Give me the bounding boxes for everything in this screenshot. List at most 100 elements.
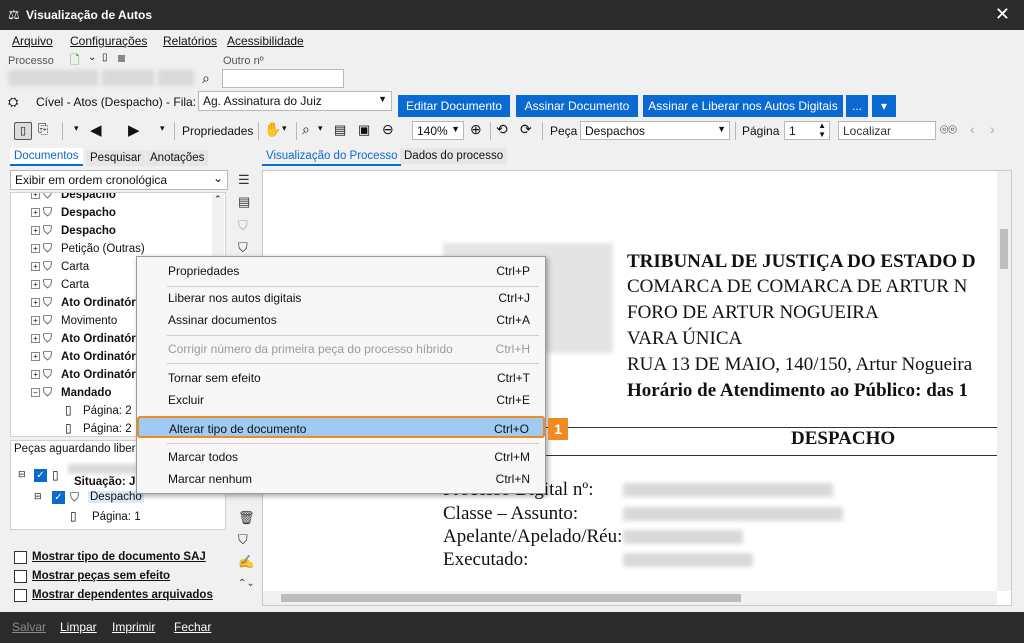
mostrar-dependentes-label[interactable]: Mostrar dependentes arquivados <box>32 589 213 601</box>
previous-icon[interactable]: ◀ <box>90 121 102 139</box>
zoom-icon[interactable]: ⌕ <box>302 121 310 138</box>
assinar-documento-button[interactable]: Assinar Documento <box>516 95 638 117</box>
zoom-out-icon[interactable]: ⊖ <box>382 121 394 138</box>
menu-acessibilidade[interactable]: Acessibilidade <box>227 34 304 48</box>
expand-icon[interactable]: + <box>31 280 40 290</box>
chevron-down-icon[interactable]: ⌄ <box>88 52 96 63</box>
assinar-liberar-button[interactable]: Assinar e Liberar nos Autos Digitais <box>643 95 843 117</box>
rotate-right-icon[interactable]: ⟳ <box>520 121 532 138</box>
limpar-button[interactable]: Limpar <box>60 620 97 634</box>
actions-dropdown-button[interactable]: ▾ <box>872 95 896 117</box>
collapse-icon[interactable]: ⊟ <box>34 491 42 502</box>
mostrar-pecas-checkbox[interactable] <box>14 570 27 583</box>
mostrar-dependentes-checkbox[interactable] <box>14 589 27 602</box>
chevron-down-icon[interactable]: ▾ <box>282 123 287 134</box>
fit-page-icon[interactable]: ▣ <box>358 122 370 138</box>
seal-search-icon[interactable]: ⛉ <box>238 240 248 256</box>
expand-icon[interactable]: + <box>31 244 40 254</box>
chevron-down-icon[interactable]: ▾ <box>318 123 323 134</box>
tree-item[interactable]: + ⛉ Ato Ordinatório <box>31 367 146 385</box>
localizar-input[interactable]: Localizar <box>838 121 936 140</box>
pending-group-checkbox[interactable]: ✓ <box>34 469 47 482</box>
delete-icon[interactable]: 🗑 <box>238 510 255 526</box>
doc-scroll-thumb[interactable] <box>1000 229 1008 269</box>
doc-vertical-scrollbar[interactable] <box>997 171 1011 591</box>
tree-options-icon[interactable]: ☰ <box>238 172 250 188</box>
tree-item[interactable]: + ⛉ Ato Ordinatório <box>31 295 146 313</box>
expand-icon[interactable]: + <box>31 208 40 218</box>
peca-select[interactable]: Despachos ▼ <box>580 121 730 140</box>
tree-item[interactable]: ▯ Página: 2 <box>65 403 132 421</box>
zoom-select[interactable]: 140% ▼ <box>412 121 464 140</box>
tab-pesquisar[interactable]: Pesquisar <box>86 150 146 166</box>
expand-collapse-icon[interactable]: ⌃⌄ <box>238 578 255 589</box>
tree-item[interactable]: + ⛉ Despacho <box>31 205 116 223</box>
tree-item[interactable]: + ⛉ Carta <box>31 277 89 295</box>
expand-icon[interactable]: + <box>31 334 40 344</box>
find-previous-icon[interactable]: ‹ <box>970 121 975 137</box>
ctx-marcar-nenhum[interactable]: Marcar nenhum Ctrl+N <box>138 468 544 490</box>
processo-number-input[interactable] <box>8 70 98 86</box>
mostrar-pecas-label[interactable]: Mostrar peças sem efeito <box>32 570 170 582</box>
doc-hscroll-thumb[interactable] <box>281 594 741 602</box>
ctx-tornar-sem-efeito[interactable]: Tornar sem efeito Ctrl+T <box>138 367 544 389</box>
tab-anotacoes[interactable]: Anotações <box>146 150 209 166</box>
order-select[interactable]: Exibir em ordem cronológica ⌄ <box>10 170 228 190</box>
copy-page-icon[interactable]: ⎘ <box>38 121 48 137</box>
tree-item[interactable]: + ⛉ Ato Ordinatório <box>31 331 146 349</box>
hand-icon[interactable]: ✋ <box>264 121 281 138</box>
expand-icon[interactable]: + <box>31 226 40 236</box>
processo-year-input[interactable] <box>102 70 154 86</box>
menu-configuracoes[interactable]: Configurações <box>70 34 147 48</box>
close-icon[interactable]: ✕ <box>995 4 1010 25</box>
propriedades-button[interactable]: Propriedades <box>182 124 253 138</box>
chevron-down-icon[interactable]: ▾ <box>74 123 79 134</box>
expand-icon[interactable]: + <box>31 298 40 308</box>
fila-select[interactable]: Ag. Assinatura do Juiz ▼ <box>198 91 392 111</box>
signature-icon[interactable]: ✍ <box>238 554 254 570</box>
imprimir-button[interactable]: Imprimir <box>112 620 155 634</box>
seal-disabled-icon[interactable]: ⛉ <box>238 218 248 234</box>
tab-visualizacao[interactable]: Visualização do Processo <box>262 148 402 166</box>
outro-numero-input[interactable] <box>222 69 344 88</box>
doc-horizontal-scrollbar[interactable] <box>263 591 997 605</box>
menu-arquivo[interactable]: Arquivo <box>12 34 53 48</box>
zoom-in-icon[interactable]: ⊕ <box>470 121 482 138</box>
tree-item[interactable]: + ⛉ Ato Ordinatório <box>31 349 146 367</box>
collapse-icon[interactable]: ⊟ <box>18 469 26 480</box>
tree-item[interactable]: + ⛉ Despacho <box>31 193 116 205</box>
collapse-icon[interactable]: − <box>31 388 40 398</box>
expand-icon[interactable]: + <box>31 370 40 380</box>
fechar-button[interactable]: Fechar <box>174 620 211 634</box>
processo-foro-input[interactable] <box>158 70 194 86</box>
chevron-down-icon[interactable]: ▾ <box>160 123 165 134</box>
expand-icon[interactable]: + <box>31 316 40 326</box>
list-view-icon[interactable]: ▤ <box>238 194 250 210</box>
tab-documentos[interactable]: Documentos <box>10 148 83 166</box>
tab-dados-processo[interactable]: Dados do processo <box>400 148 508 164</box>
stop-icon[interactable] <box>118 55 125 62</box>
document-view-icon[interactable]: ▯ <box>14 122 32 140</box>
expand-icon[interactable]: + <box>31 352 40 362</box>
tree-item[interactable]: ▯ Página: 2 <box>65 421 132 436</box>
tree-item[interactable]: + ⛉ Carta <box>31 259 89 277</box>
document-green-icon[interactable]: 🗋 <box>70 51 80 72</box>
pagina-stepper[interactable]: 1 ▲ ▼ <box>784 121 830 140</box>
binoculars-icon[interactable]: ⌾⌾ <box>940 121 957 138</box>
tree-item[interactable]: + ⛉ Despacho <box>31 223 116 241</box>
search-icon[interactable]: ⌕ <box>202 70 210 87</box>
stepper-arrows-icon[interactable]: ▲ ▼ <box>818 121 826 139</box>
salvar-button[interactable]: Salvar <box>12 620 46 634</box>
ctx-liberar[interactable]: Liberar nos autos digitais Ctrl+J <box>138 287 544 309</box>
menu-relatorios[interactable]: Relatórios <box>163 34 217 48</box>
tree-item[interactable]: + ⛉ Movimento <box>31 313 117 331</box>
ctx-assinar[interactable]: Assinar documentos Ctrl+A <box>138 309 544 331</box>
find-next-icon[interactable]: › <box>990 121 995 137</box>
ctx-propriedades[interactable]: Propriedades Ctrl+P <box>138 260 544 282</box>
tree-item[interactable]: − ⛉ Mandado <box>31 385 111 403</box>
ctx-corrigir-numero[interactable]: Corrigir número da primeira peça do proc… <box>138 338 544 360</box>
expand-icon[interactable]: + <box>31 193 40 200</box>
mostrar-tipo-label[interactable]: Mostrar tipo de documento SAJ <box>32 551 206 563</box>
fit-width-icon[interactable]: ▤ <box>334 122 346 138</box>
tree-item[interactable]: + ⛉ Petição (Outras) <box>31 241 145 259</box>
